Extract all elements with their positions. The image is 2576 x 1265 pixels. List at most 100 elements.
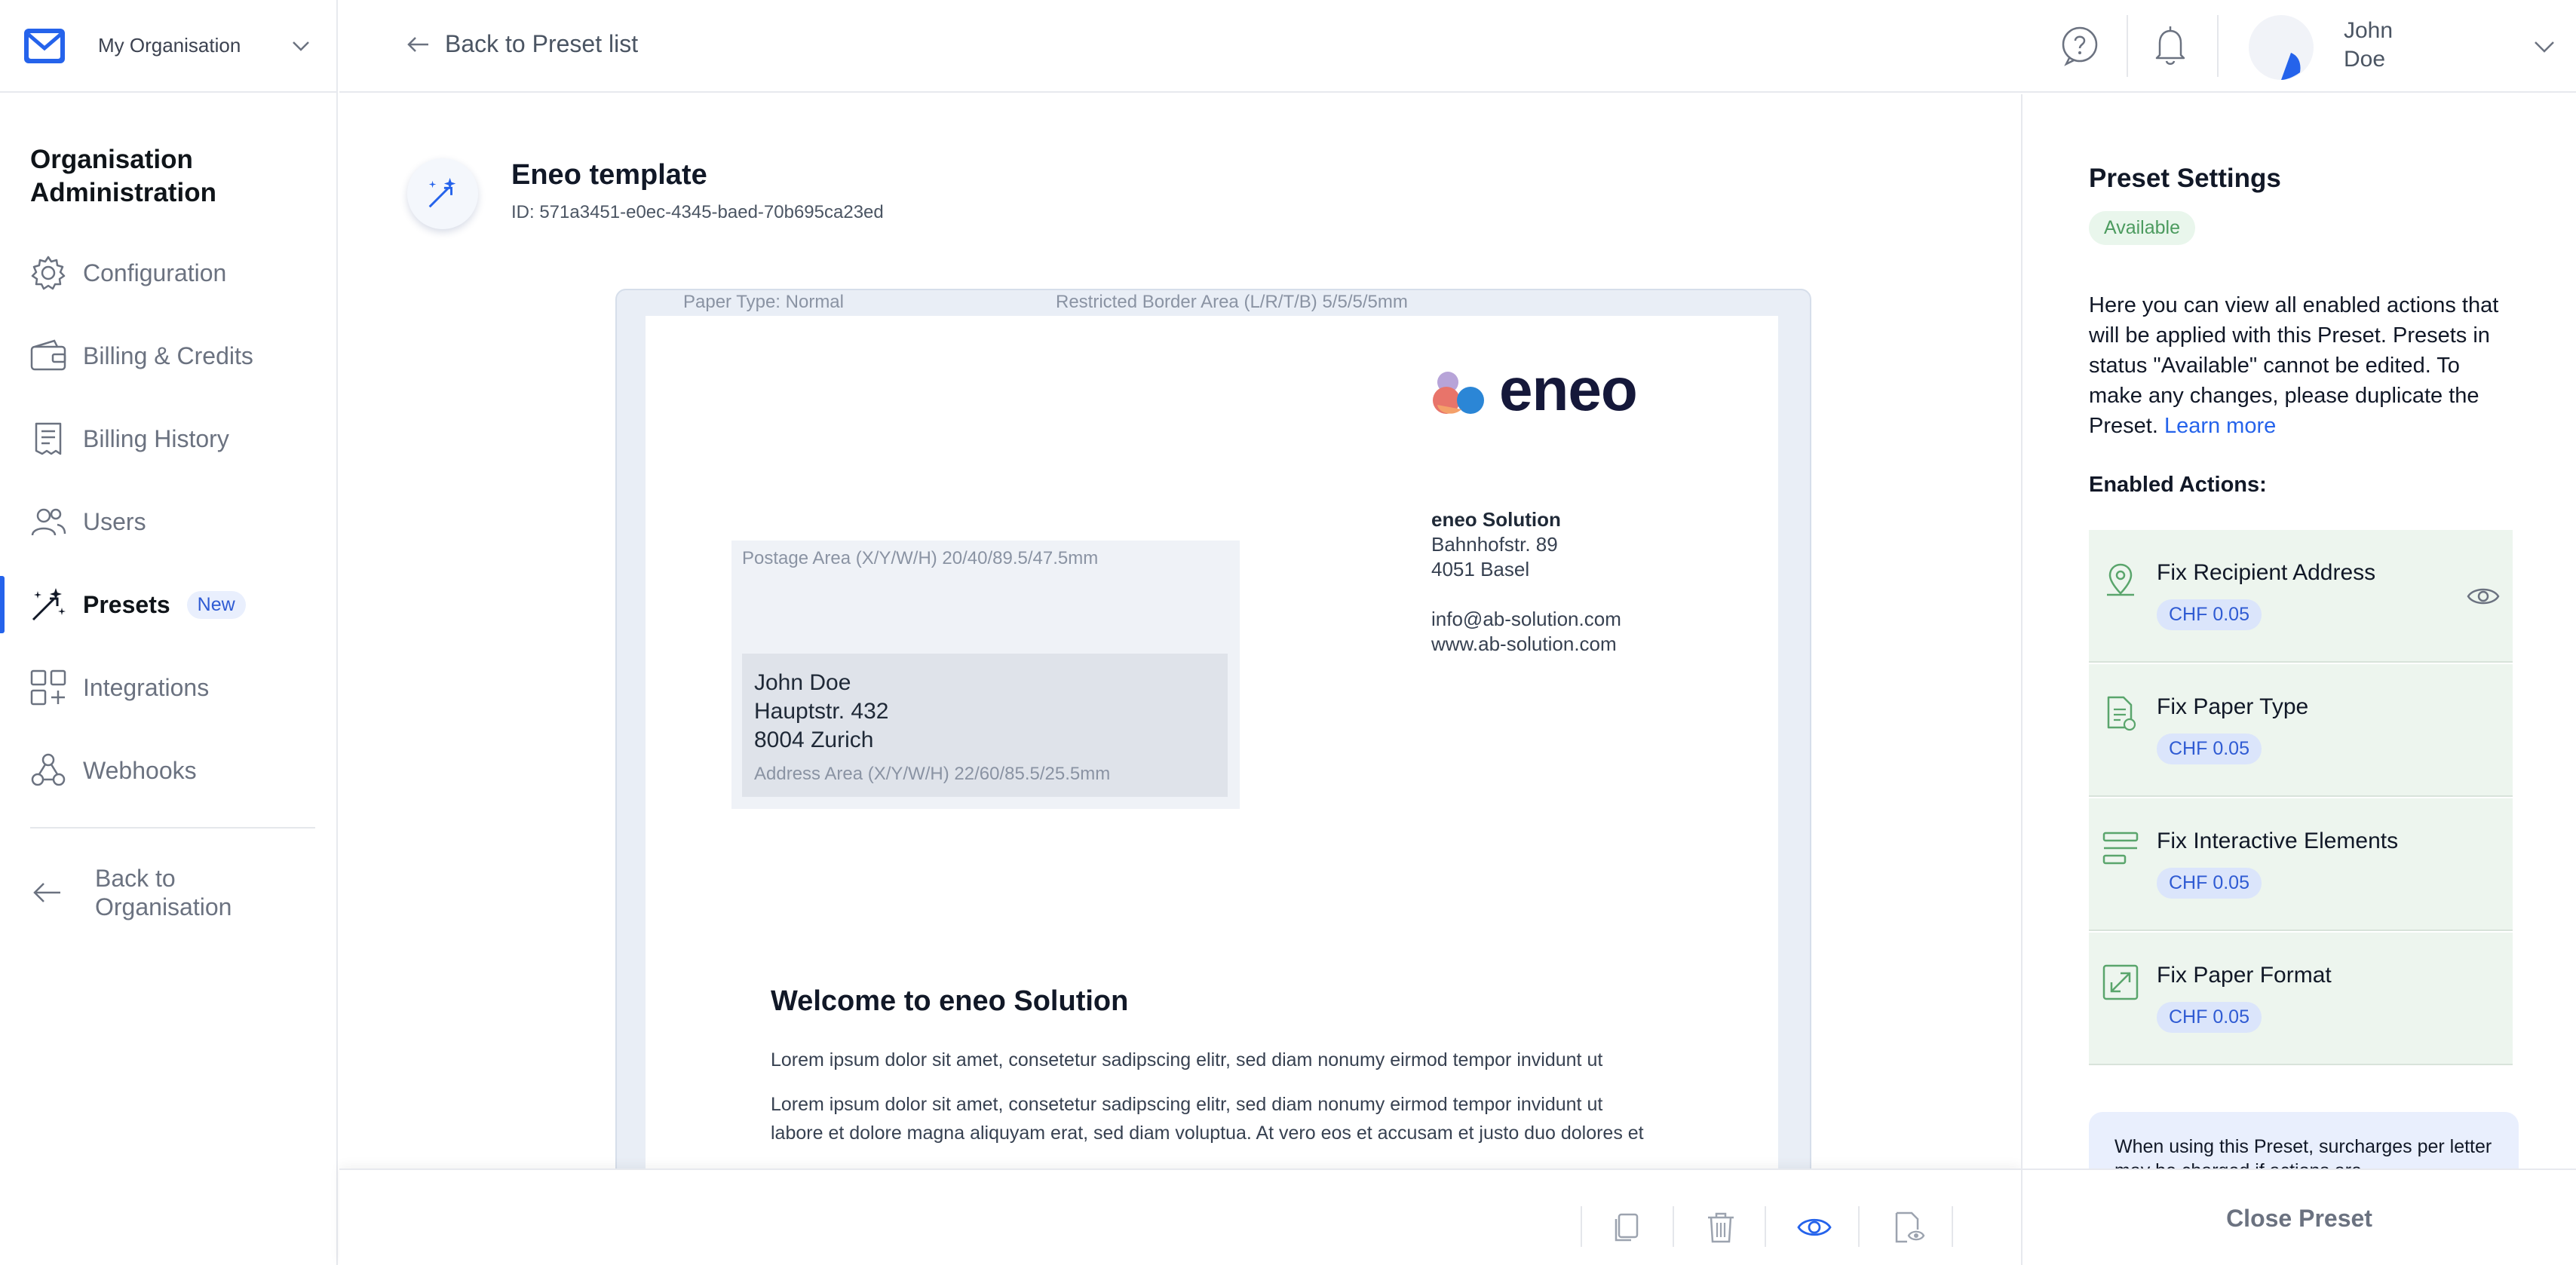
eye-icon <box>1797 1218 1832 1236</box>
org-switcher[interactable]: My Organisation <box>0 0 336 93</box>
sidebar-item-label: Webhooks <box>83 756 197 784</box>
expand-icon <box>2102 964 2139 1000</box>
sidebar-item-users[interactable]: Users <box>0 492 336 552</box>
sender-street: Bahnhofstr. 89 <box>1431 533 1558 556</box>
user-name[interactable]: John Doe <box>2344 17 2434 74</box>
back-to-preset-list-label: Back to Preset list <box>445 30 639 57</box>
preset-settings-panel: Preset Settings Available Here you can v… <box>2021 94 2576 1265</box>
learn-more-link[interactable]: Learn more <box>2164 414 2276 438</box>
panel-description-text: Here you can view all enabled actions th… <box>2089 293 2499 438</box>
status-badge: Available <box>2089 211 2196 245</box>
help-icon[interactable] <box>2059 25 2101 67</box>
sidebar-item-label: Integrations <box>83 673 210 701</box>
document-paragraph: labore et dolore magna aliquyam erat, se… <box>771 1123 1644 1144</box>
recipient-name: John Doe <box>754 670 851 695</box>
sidebar-item-billing-credits[interactable]: Billing & Credits <box>0 326 336 386</box>
gear-icon <box>31 256 66 290</box>
action-name: Fix Recipient Address <box>2157 560 2376 585</box>
document-preview: Paper Type: Normal Restricted Border Are… <box>615 289 1811 1193</box>
document-heading: Welcome to eneo Solution <box>771 985 1129 1017</box>
chevron-down-icon[interactable] <box>2532 35 2556 59</box>
document-paragraph: Lorem ipsum dolor sit amet, consetetur s… <box>771 1094 1603 1115</box>
magic-wand-icon <box>428 177 456 208</box>
chevron-down-icon <box>293 41 309 51</box>
toolbar-divider <box>1952 1206 1953 1247</box>
receipt-icon <box>35 422 62 455</box>
section-title: Organisation Administration <box>30 145 216 207</box>
template-icon <box>407 158 478 229</box>
grid-plus-icon <box>30 669 66 706</box>
sender-city: 4051 Basel <box>1431 558 1530 580</box>
sidebar-item-billing-history[interactable]: Billing History <box>0 409 336 469</box>
magic-wand-icon <box>32 588 66 621</box>
topbar-divider <box>2217 15 2219 77</box>
panel-description: Here you can view all enabled actions th… <box>2089 290 2519 441</box>
template-title: Eneo template <box>511 159 707 191</box>
sender-web: www.ab-solution.com <box>1431 632 1617 655</box>
panel-title: Preset Settings <box>2089 164 2281 193</box>
close-preset-button[interactable]: Close Preset <box>2022 1170 2576 1265</box>
trash-icon <box>1708 1212 1734 1243</box>
arrow-left-icon <box>33 883 60 902</box>
eneo-logo-mark <box>1433 372 1484 414</box>
action-fix-recipient-address[interactable]: Fix Recipient Address CHF 0.05 <box>2089 530 2513 663</box>
sidebar-item-label: Users <box>83 507 146 535</box>
document-meta-bar: Paper Type: Normal Restricted Border Are… <box>617 290 1810 316</box>
back-to-preset-list-link[interactable]: Back to Preset list <box>404 30 638 58</box>
mail-logo-icon <box>24 28 65 63</box>
sender-email: info@ab-solution.com <box>1431 608 1621 630</box>
duplicate-icon <box>1615 1213 1639 1242</box>
border-area-label: Restricted Border Area (L/R/T/B) 5/5/5/5… <box>1056 292 1408 312</box>
users-icon <box>31 508 66 536</box>
eneo-logo: eneo <box>1431 356 1638 423</box>
sidebar: My Organisation Organisation Administrat… <box>0 0 338 1265</box>
address-area: John Doe Hauptstr. 432 8004 Zurich Addre… <box>742 654 1228 797</box>
bell-icon[interactable] <box>2149 23 2191 69</box>
eneo-wordmark: eneo <box>1499 356 1638 423</box>
action-price: CHF 0.05 <box>2157 1002 2262 1033</box>
template-id: ID: 571a3451-e0ec-4345-baed-70b695ca23ed <box>511 202 884 222</box>
sidebar-divider <box>30 827 315 829</box>
eye-icon[interactable] <box>2466 581 2501 611</box>
file-preview-button[interactable] <box>1888 1208 1927 1247</box>
preset-detail: Eneo template ID: 571a3451-e0ec-4345-bae… <box>339 94 2021 1193</box>
document-page: eneo eneo Solution Bahnhofstr. 89 4051 B… <box>646 316 1778 1192</box>
preview-button[interactable] <box>1795 1208 1834 1247</box>
form-elements-icon <box>2102 832 2139 865</box>
duplicate-button[interactable] <box>1606 1208 1645 1247</box>
back-to-organisation-label: Back to Organisation <box>95 865 232 920</box>
postage-area: Postage Area (X/Y/W/H) 20/40/89.5/47.5mm… <box>731 541 1240 809</box>
new-badge: New <box>186 590 246 619</box>
action-price: CHF 0.05 <box>2157 599 2262 630</box>
panel-footer: Close Preset <box>2022 1169 2576 1265</box>
action-fix-interactive-elements[interactable]: Fix Interactive Elements CHF 0.05 <box>2089 798 2513 931</box>
toolbar-divider <box>1858 1206 1860 1247</box>
sidebar-item-integrations[interactable]: Integrations <box>0 657 336 718</box>
preview-toolbar <box>339 1169 2021 1265</box>
action-fix-paper-format[interactable]: Fix Paper Format CHF 0.05 <box>2089 933 2513 1065</box>
topbar-divider <box>2127 15 2128 77</box>
action-price: CHF 0.05 <box>2157 734 2262 764</box>
sidebar-item-webhooks[interactable]: Webhooks <box>0 740 336 801</box>
recipient-street: Hauptstr. 432 <box>754 699 889 724</box>
toolbar-divider <box>1581 1206 1582 1247</box>
wallet-icon <box>30 339 66 371</box>
back-to-organisation-link[interactable]: Back to Organisation <box>29 864 276 921</box>
enabled-actions-title: Enabled Actions: <box>2089 473 2267 497</box>
delete-button[interactable] <box>1701 1208 1740 1247</box>
map-pin-icon <box>2107 563 2134 596</box>
action-name: Fix Paper Format <box>2157 963 2332 988</box>
toolbar-divider <box>1765 1206 1766 1247</box>
action-fix-paper-type[interactable]: Fix Paper Type CHF 0.05 <box>2089 664 2513 797</box>
document-icon <box>2107 696 2136 731</box>
sidebar-item-label: Billing & Credits <box>83 342 253 369</box>
document-paragraph: Lorem ipsum dolor sit amet, consetetur s… <box>771 1049 1603 1071</box>
sidebar-item-label: Billing History <box>83 424 229 452</box>
topbar: Back to Preset list John Doe <box>339 0 2576 93</box>
avatar[interactable] <box>2247 14 2315 81</box>
sidebar-item-presets[interactable]: Presets New <box>0 574 336 635</box>
recipient-city: 8004 Zurich <box>754 727 874 752</box>
sender-name: eneo Solution <box>1431 508 1561 531</box>
sidebar-item-configuration[interactable]: Configuration <box>0 243 336 303</box>
paper-type-label: Paper Type: Normal <box>683 292 844 312</box>
